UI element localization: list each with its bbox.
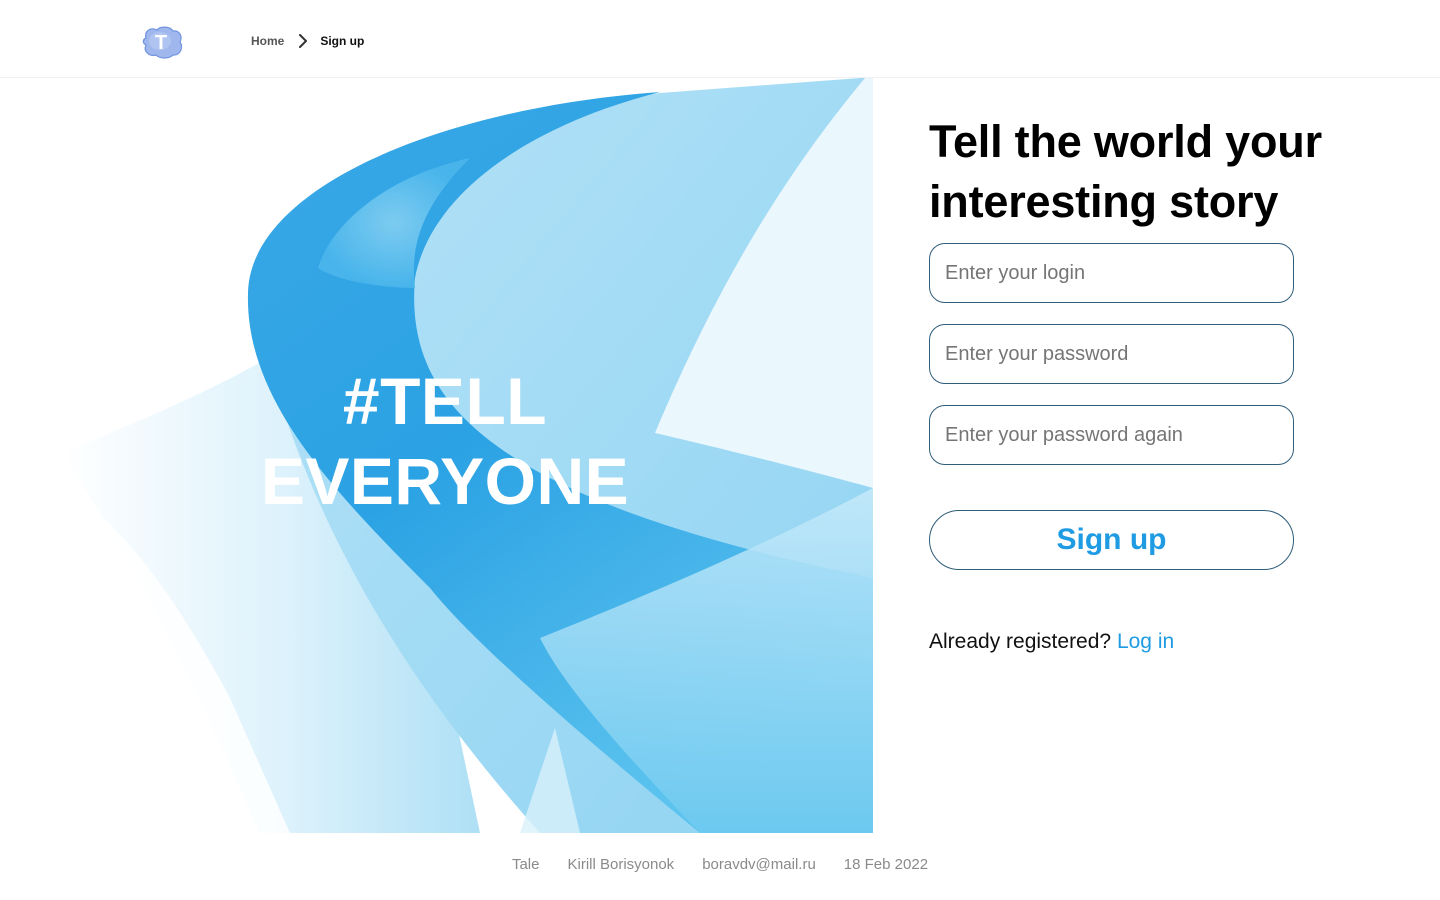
breadcrumb-home-link[interactable]: Home	[251, 34, 284, 48]
form-title: Tell the world your interesting story	[929, 116, 1322, 227]
login-link[interactable]: Log in	[1117, 630, 1174, 653]
login-input[interactable]	[929, 243, 1294, 303]
breadcrumb: Home Sign up	[251, 31, 364, 51]
already-registered-text: Already registered?	[929, 630, 1112, 653]
chevron-right-icon	[297, 34, 309, 48]
footer-email[interactable]: boravdv@mail.ru	[702, 856, 816, 873]
login-prompt: Already registered? Log in	[929, 630, 1174, 654]
site-header: T Home Sign up	[0, 0, 1440, 78]
hero-banner: #TELL EVERYONE	[0, 78, 873, 833]
hero-slogan-line2: EVERYONE	[260, 444, 630, 518]
hero-slogan-line1: #TELL	[342, 364, 548, 438]
password-confirm-input[interactable]	[929, 405, 1294, 465]
footer-date: 18 Feb 2022	[843, 856, 929, 873]
hero-slogan: #TELL EVERYONE	[261, 361, 629, 521]
breadcrumb-current: Sign up	[320, 34, 365, 48]
footer-brand: Tale	[511, 856, 540, 873]
signup-button[interactable]: Sign up	[929, 510, 1294, 570]
logo-letter: T	[155, 32, 167, 54]
footer-author: Kirill Borisyonok	[567, 856, 675, 873]
site-footer: Tale Kirill Borisyonok boravdv@mail.ru 1…	[0, 856, 1440, 873]
logo-icon[interactable]: T	[140, 24, 184, 60]
password-input[interactable]	[929, 324, 1294, 384]
